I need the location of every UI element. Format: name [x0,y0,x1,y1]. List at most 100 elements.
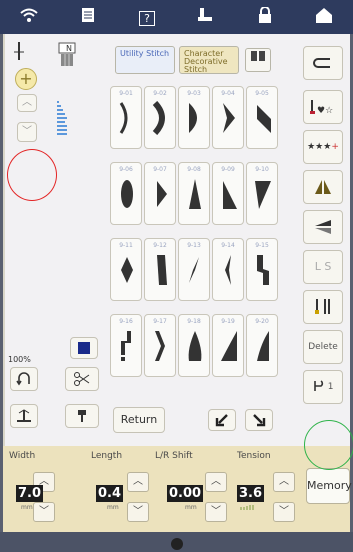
shift-value: 0.00 [167,485,204,502]
repeat-count-button[interactable]: 1 [303,370,343,404]
stitch-number: 9-07 [153,166,167,173]
arrow-down-left-icon [215,414,228,427]
length-decrease-button[interactable]: ﹀ [127,502,149,522]
needle-position-button[interactable] [65,404,99,428]
presser-foot-n-icon: N [57,42,77,68]
length-label: Length [91,451,123,461]
stitch-pattern-9-18[interactable]: 9-18 [178,314,210,377]
thread-cut-button[interactable] [65,367,99,391]
buttonhole-button[interactable] [303,46,343,80]
needle-heart-icon: ♥☆ [310,100,333,116]
add-button[interactable]: + [15,68,37,90]
stitch-pattern-9-05[interactable]: 9-05 [246,86,278,149]
stitch-pattern-9-04[interactable]: 9-04 [212,86,244,149]
pivot-icon [17,409,31,422]
stitch-number: 9-15 [255,242,269,249]
stitch-pattern-9-09[interactable]: 9-09 [212,162,244,225]
stitch-pattern-9-13[interactable]: 9-13 [178,238,210,301]
mirror-vertical-button[interactable] [303,210,343,244]
home-button-icon [171,538,183,550]
shift-decrease-button[interactable]: ﹀ [205,502,227,522]
stitch-pattern-9-02[interactable]: 9-02 [144,86,176,149]
stitch-number: 9-13 [187,242,201,249]
width-decrease-button[interactable]: ﹀ [33,502,55,522]
stitch-pattern-9-10[interactable]: 9-10 [246,162,278,225]
book-icon [251,51,265,61]
tension-bar-icon [240,505,254,510]
help-label: ? [139,11,155,26]
scroll-up-button[interactable]: ︿ [17,94,37,112]
stitch-pattern-9-19[interactable]: 9-19 [212,314,244,377]
decorative-needle-button[interactable]: ♥☆ [303,90,343,124]
stitch-number: 9-16 [119,318,133,325]
return-button[interactable]: Return [113,407,165,433]
length-value: 0.4 [96,485,124,502]
buttonhole-icon [313,58,330,68]
tension-increase-button[interactable]: ︿ [273,472,295,492]
stitch-pattern-grid: 9-01 9-02 9-03 9-04 9-05 9-06 9-07 9-08 9-09 9-10… [110,86,280,398]
stitch-pattern-9-01[interactable]: 9-01 [110,86,142,149]
memory-button[interactable]: Memory [306,468,352,504]
stitch-number: 9-18 [187,318,201,325]
tension-label: Tension [237,451,271,461]
reverse-stitch-button[interactable] [10,367,38,391]
stitch-number: 9-12 [153,242,167,249]
move-down-right-button[interactable] [245,409,273,431]
scroll-down-button[interactable]: ﹀ [17,122,37,142]
lock-icon[interactable] [251,6,279,27]
twin-needle-button[interactable] [303,290,343,324]
shift-label: L/R Shift [155,451,193,461]
stitch-pattern-9-08[interactable]: 9-08 [178,162,210,225]
stitch-number: 9-01 [119,90,133,97]
reverse-arrow-icon [16,372,30,386]
help-icon[interactable]: ? [133,8,161,26]
stitch-preview-icon [55,100,69,136]
sewing-screen: N + ︿ ﹀ Utility Stitch Character Decorat… [3,34,350,486]
wifi-icon[interactable] [15,7,43,27]
width-label: Width [9,451,36,461]
stitch-number: 9-19 [221,318,235,325]
twin-needle-icon [315,299,330,314]
stitch-settings-panel: Width Length L/R Shift Tension ︿ ﹀ 7.0 m… [3,446,352,532]
home-icon[interactable] [310,7,338,27]
shift-increase-button[interactable]: ︿ [205,472,227,492]
stitch-pattern-9-11[interactable]: 9-11 [110,238,142,301]
needle-stop-icon [78,410,86,422]
stitch-pattern-9-15[interactable]: 9-15 [246,238,278,301]
delete-button[interactable]: Delete [303,330,343,364]
stitch-number: 9-11 [119,242,133,249]
tension-decrease-button[interactable]: ﹀ [273,502,295,522]
svg-text:♥☆: ♥☆ [317,106,333,115]
stitch-pattern-9-03[interactable]: 9-03 [178,86,210,149]
shift-unit: mm [185,504,197,511]
move-down-left-button[interactable] [208,409,236,431]
stitch-pattern-9-07[interactable]: 9-07 [144,162,176,225]
thread-color-button[interactable] [70,337,98,359]
tab-utility-stitch[interactable]: Utility Stitch [115,46,175,74]
tab-character-decorative-stitch[interactable]: Character Decorative Stitch [179,46,239,74]
length-unit: mm [107,504,119,511]
pivot-button[interactable] [10,404,38,428]
presser-foot-icon[interactable] [192,7,220,27]
stitch-number: 9-09 [221,166,235,173]
stitch-pattern-9-14[interactable]: 9-14 [212,238,244,301]
stitch-pattern-9-06[interactable]: 9-06 [110,162,142,225]
stitch-pattern-9-17[interactable]: 9-17 [144,314,176,377]
ls-button[interactable]: L S [303,250,343,284]
mirror-horizontal-icon [315,180,331,194]
stitch-pattern-9-12[interactable]: 9-12 [144,238,176,301]
stitch-number: 9-04 [221,90,235,97]
mirror-horizontal-button[interactable] [303,170,343,204]
document-icon[interactable] [74,7,102,27]
repeat-icon [313,380,323,391]
stitch-number: 9-10 [255,166,269,173]
bottom-bezel [0,532,353,552]
stitch-pattern-9-16[interactable]: 9-16 [110,314,142,377]
length-increase-button[interactable]: ︿ [127,472,149,492]
pattern-book-button[interactable] [245,48,271,72]
star-pattern-button[interactable]: ★★★+ [303,130,343,164]
tension-value: 3.6 [237,485,265,502]
stitch-number: 9-02 [153,90,167,97]
stitch-number: 9-20 [255,318,269,325]
stitch-pattern-9-20[interactable]: 9-20 [246,314,278,377]
